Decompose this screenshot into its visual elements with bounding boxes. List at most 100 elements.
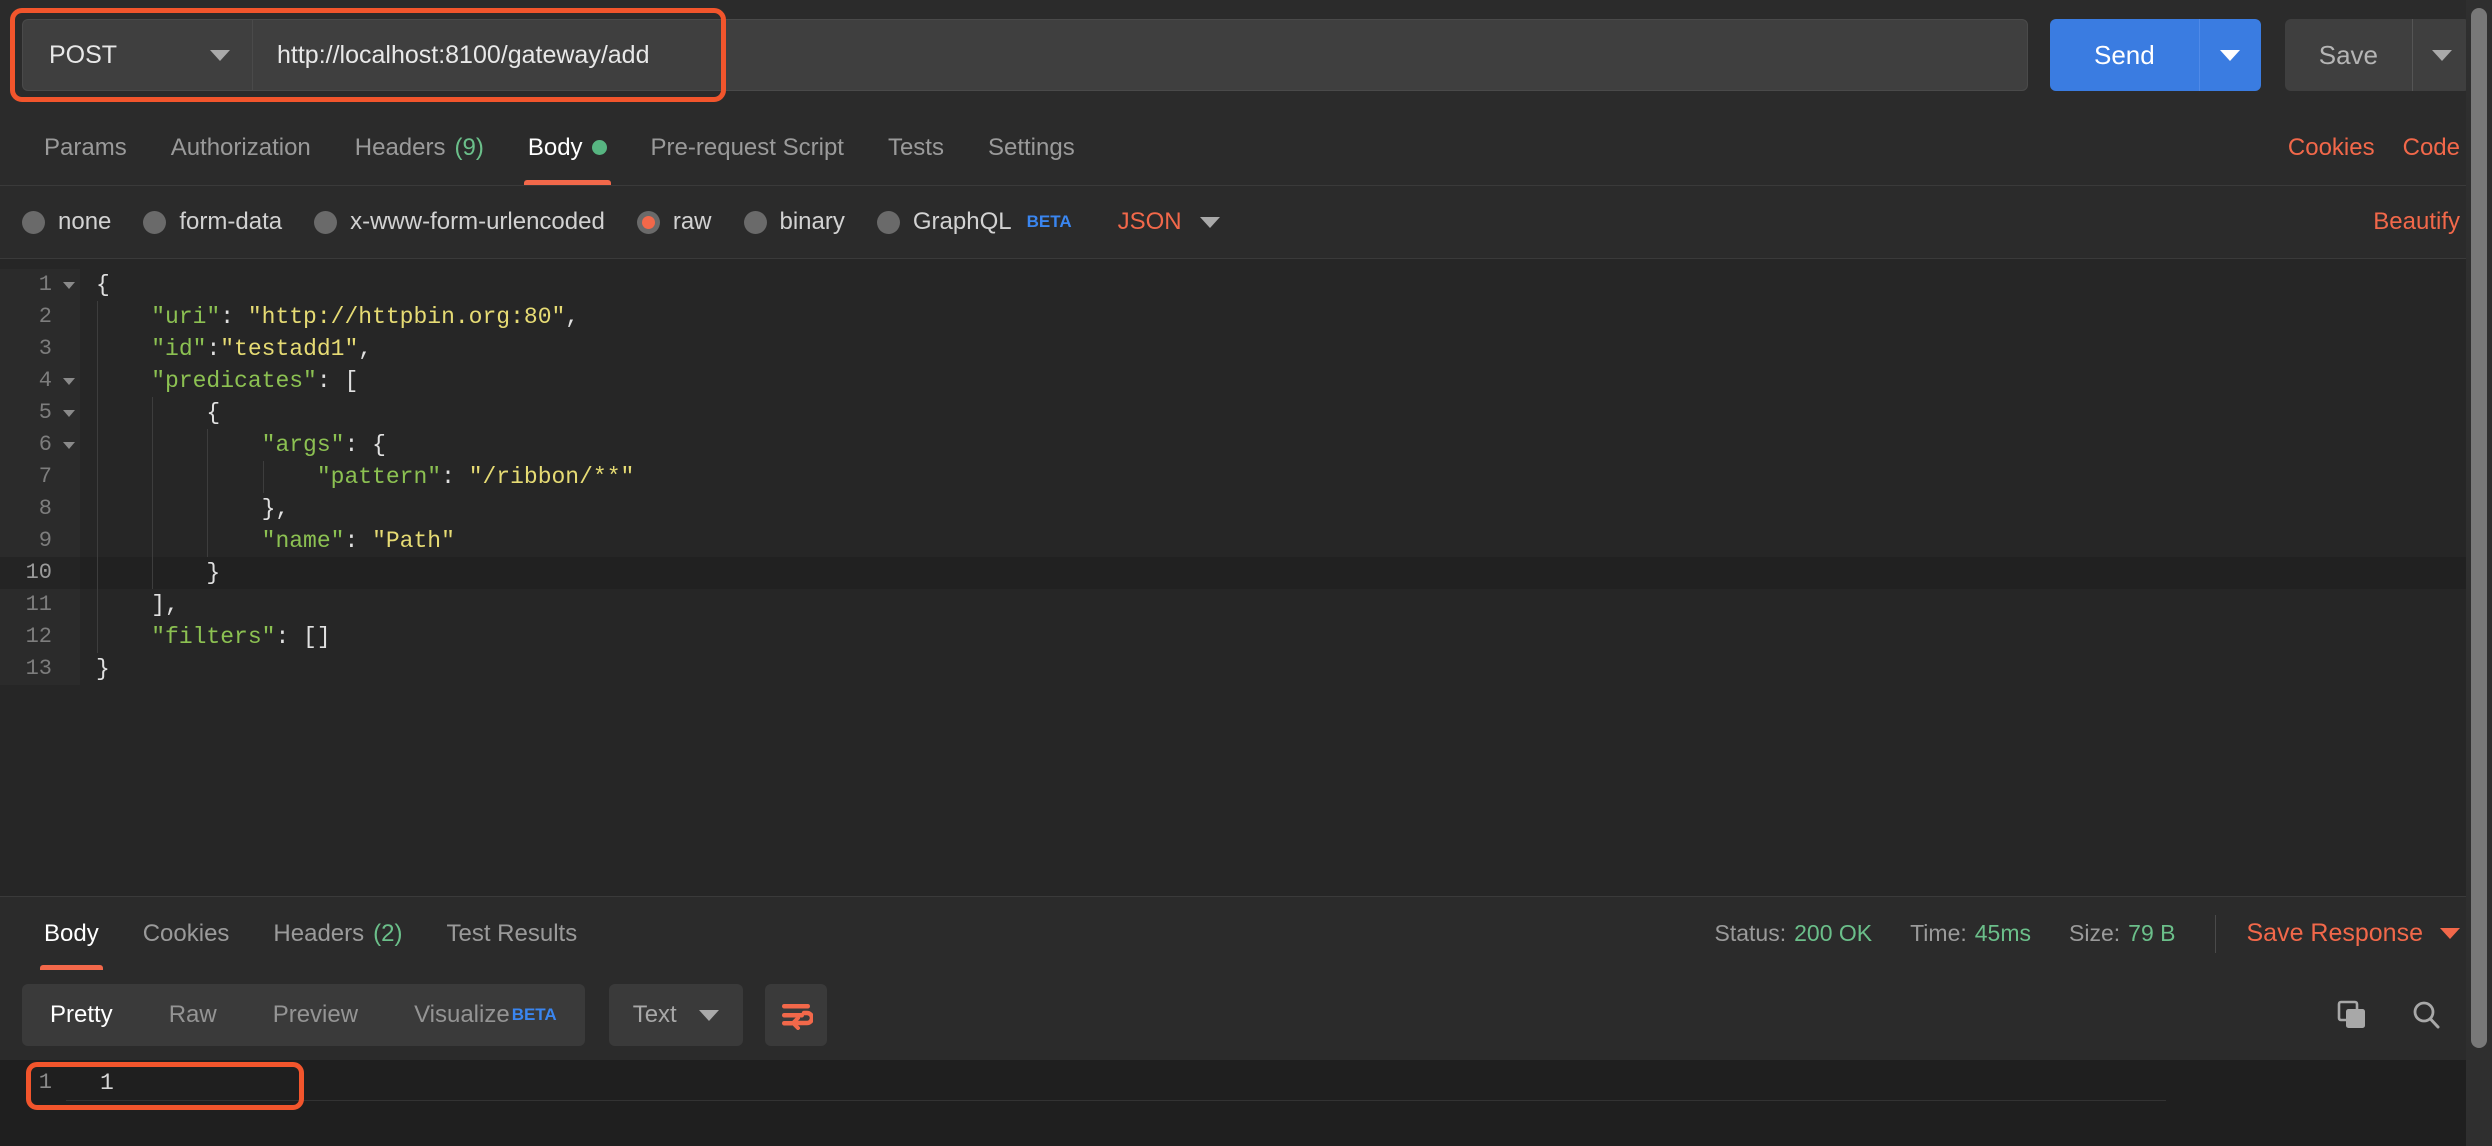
response-view-switcher: Pretty Raw Preview Visualize BETA (22, 984, 585, 1046)
response-view-visualize[interactable]: Visualize BETA (386, 984, 585, 1046)
save-options-button[interactable] (2412, 19, 2470, 91)
word-wrap-button[interactable] (764, 984, 827, 1046)
body-present-dot-icon (591, 140, 607, 155)
tab-count: (2) (373, 919, 403, 947)
fold-toggle-icon[interactable] (58, 397, 80, 429)
response-view-pretty[interactable]: Pretty (22, 984, 141, 1046)
send-button[interactable]: Send (2050, 19, 2199, 91)
response-body-viewer[interactable]: 1 1 (0, 1060, 2492, 1146)
response-tab-cookies[interactable]: Cookies (121, 897, 252, 970)
response-tab-body[interactable]: Body (22, 897, 121, 970)
indent-guide (97, 621, 98, 653)
tab-authorization[interactable]: Authorization (149, 110, 333, 185)
line-number: 2 (0, 301, 58, 333)
indent-guide (152, 397, 154, 429)
body-type-raw[interactable]: raw (636, 208, 712, 236)
http-method-select[interactable]: POST (22, 19, 252, 91)
chevron-down-icon (698, 1009, 719, 1021)
chevron-down-icon (1199, 216, 1220, 228)
tab-params[interactable]: Params (22, 110, 149, 185)
save-button[interactable]: Save (2284, 19, 2412, 91)
cookies-link[interactable]: Cookies (2288, 134, 2375, 162)
code-line: 11 ], (0, 589, 2492, 621)
code-line: 3 "id":"testadd1", (0, 333, 2492, 365)
tab-body[interactable]: Body (506, 110, 629, 185)
request-tabs-actions: Cookies Code (2288, 110, 2470, 185)
view-label: Preview (272, 1001, 359, 1028)
radio-icon (743, 210, 767, 234)
copy-response-button[interactable] (2336, 999, 2368, 1031)
body-type-graphql[interactable]: GraphQL BETA (876, 208, 1072, 236)
chevron-down-icon (63, 409, 75, 417)
response-view-preview[interactable]: Preview (245, 984, 386, 1046)
response-line-number: 1 (38, 1070, 52, 1095)
page-scrollbar-thumb[interactable] (2471, 8, 2487, 1048)
line-number: 13 (0, 653, 58, 685)
http-method-label: POST (49, 40, 118, 69)
size-meta: Size: 79 B (2069, 920, 2175, 947)
code-text: "name": "Path" (80, 525, 2492, 557)
code-text: }, (80, 493, 2492, 525)
response-language-select[interactable]: Text (608, 984, 743, 1046)
divider (2215, 914, 2217, 953)
indent-guide (152, 461, 154, 493)
tab-settings[interactable]: Settings (966, 110, 1097, 185)
fold-spacer (58, 301, 80, 333)
indent-guide (97, 493, 98, 525)
size-value: 79 B (2128, 920, 2176, 946)
send-button-group: Send (2050, 19, 2261, 91)
indent-guide (262, 461, 264, 493)
line-number: 12 (0, 621, 58, 653)
fold-toggle-icon[interactable] (58, 269, 80, 301)
code-text: ], (80, 589, 2492, 621)
code-text: "args": { (80, 429, 2492, 461)
tab-headers[interactable]: Headers (9) (333, 110, 506, 185)
body-type-row: none form-data x-www-form-urlencoded raw… (0, 186, 2492, 258)
beta-badge: BETA (511, 1005, 557, 1024)
code-text: "id":"testadd1", (80, 333, 2492, 365)
indent-guide (97, 461, 98, 493)
fold-spacer (58, 493, 80, 525)
tab-pre-request-script[interactable]: Pre-request Script (629, 110, 866, 185)
view-label: Raw (168, 1001, 217, 1028)
body-type-x-www-form-urlencoded[interactable]: x-www-form-urlencoded (314, 208, 605, 236)
response-tab-test-results[interactable]: Test Results (424, 897, 599, 970)
chevron-down-icon (63, 281, 75, 289)
line-number: 1 (0, 269, 58, 301)
body-type-form-data[interactable]: form-data (143, 208, 282, 236)
search-response-button[interactable] (2410, 999, 2442, 1031)
fold-toggle-icon[interactable] (58, 429, 80, 461)
request-body-editor[interactable]: 1{2 "uri": "http://httpbin.org:80", 3 "id… (0, 258, 2492, 896)
body-type-binary[interactable]: binary (743, 208, 845, 236)
radio-icon (876, 210, 900, 234)
line-number: 10 (0, 557, 58, 589)
view-label: Pretty (50, 1001, 113, 1028)
code-editor-lines[interactable]: 1{2 "uri": "http://httpbin.org:80", 3 "id… (0, 259, 2492, 896)
body-actions: Beautify (2373, 208, 2470, 236)
response-view-raw[interactable]: Raw (141, 984, 245, 1046)
response-line-underline (66, 1100, 2166, 1101)
tab-tests[interactable]: Tests (866, 110, 966, 185)
send-options-button[interactable] (2198, 19, 2261, 91)
code-text: "filters": [] (80, 621, 2492, 653)
beautify-link[interactable]: Beautify (2373, 208, 2460, 235)
line-number: 7 (0, 461, 58, 493)
response-line-content: 1 (100, 1070, 114, 1096)
fold-toggle-icon[interactable] (58, 365, 80, 397)
tab-count: (9) (454, 133, 484, 161)
code-text: { (80, 397, 2492, 429)
request-url-input[interactable] (252, 19, 2028, 91)
save-response-button[interactable]: Save Response (2246, 919, 2460, 948)
raw-format-select[interactable]: JSON (1118, 208, 1220, 236)
body-type-label: form-data (179, 208, 283, 235)
response-tab-headers[interactable]: Headers (2) (251, 897, 424, 970)
code-link[interactable]: Code (2403, 134, 2460, 162)
page-scrollbar[interactable] (2466, 0, 2492, 1146)
response-tools (2336, 999, 2470, 1031)
body-type-label: none (58, 208, 112, 235)
fold-spacer (58, 557, 80, 589)
indent-guide (97, 589, 98, 621)
radio-icon (22, 210, 45, 234)
tab-label: Settings (987, 133, 1075, 161)
body-type-none[interactable]: none (22, 208, 111, 236)
